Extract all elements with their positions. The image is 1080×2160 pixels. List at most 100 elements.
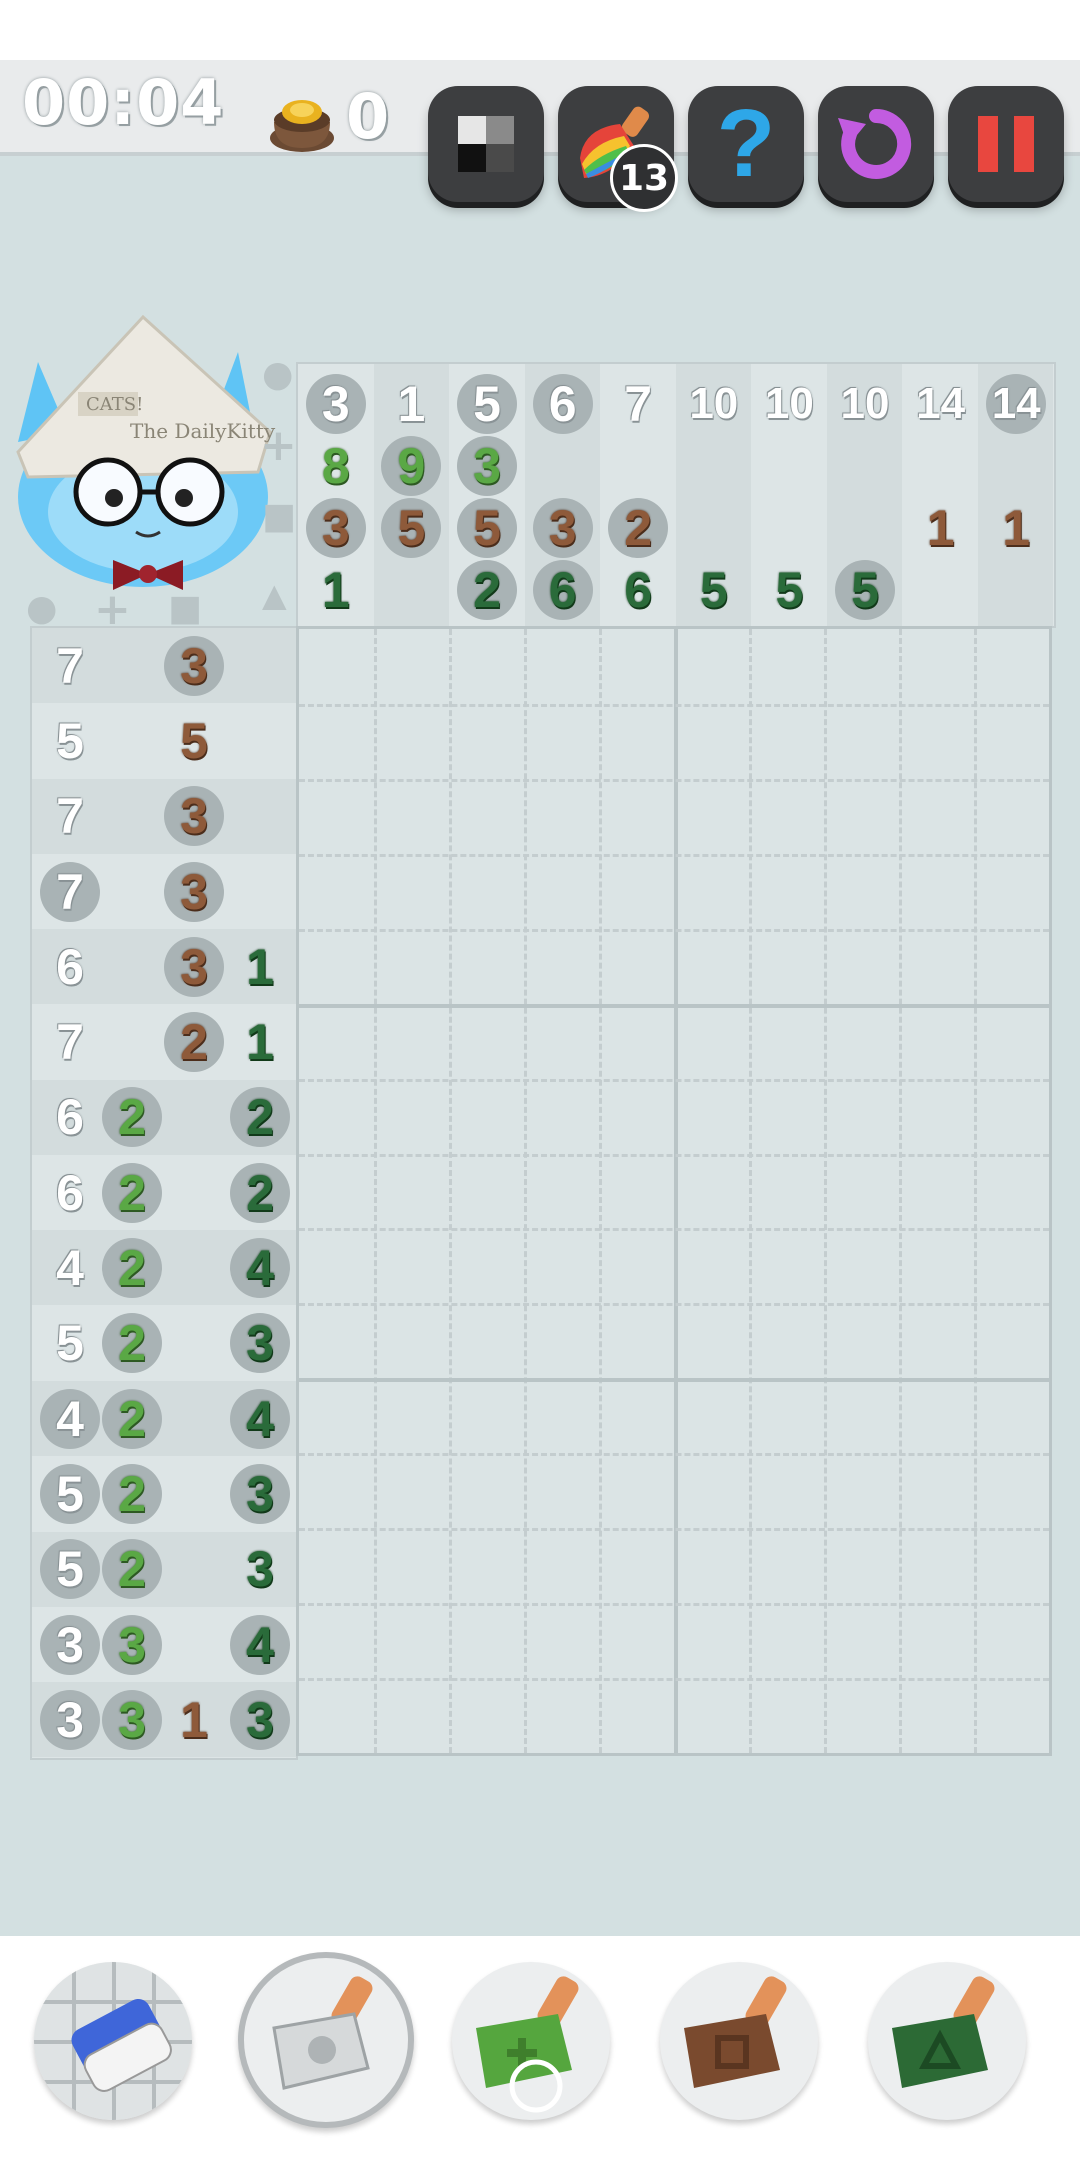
column-clue: 10: [833, 372, 897, 436]
row-clue: 2: [100, 1161, 164, 1225]
puzzle-grid[interactable]: [296, 626, 1052, 1756]
row-clue-value: 3: [118, 1616, 146, 1673]
row-clue: 6: [38, 1085, 102, 1149]
green-plus-brush-icon: [476, 1976, 579, 2113]
row-clue: 3: [162, 784, 226, 848]
row-clue-value: 5: [180, 712, 208, 769]
column-clue-value: 5: [473, 500, 501, 556]
row-clue-value: 2: [118, 1240, 146, 1297]
row-clue: 1: [228, 935, 292, 999]
grid-column-line: [749, 629, 752, 1753]
column-clue: 5: [379, 496, 443, 560]
row-clue-value: 2: [118, 1390, 146, 1447]
grid-row-line: [299, 1228, 1049, 1232]
row-clue: 3: [100, 1613, 164, 1677]
row-clue: 2: [228, 1161, 292, 1225]
row-clue-value: 4: [246, 1240, 274, 1297]
row-clue-value: 1: [246, 938, 274, 995]
row-clue-value: 3: [56, 1616, 84, 1673]
paint-hint-button[interactable]: 13: [558, 86, 678, 212]
column-clue: 1: [379, 372, 443, 436]
column-clue: 3: [304, 496, 368, 560]
row-clue-value: 3: [180, 637, 208, 694]
column-clue: 8: [304, 434, 368, 498]
row-clue: 4: [228, 1236, 292, 1300]
darkgreen-triangle-brush-icon: [892, 1976, 995, 2088]
help-button[interactable]: ?: [688, 86, 804, 202]
grid-column-line: [599, 629, 602, 1753]
column-clue-value: 8: [321, 438, 350, 494]
grid-row-line: [299, 1453, 1049, 1457]
row-clue-value: 4: [246, 1616, 274, 1673]
row-clue-value: 4: [246, 1390, 274, 1447]
grid-row-line: [299, 1003, 1049, 1008]
column-clue: 6: [531, 558, 595, 622]
toggle-view-button[interactable]: [428, 86, 544, 202]
row-clue-value: 7: [56, 1014, 84, 1071]
row-clue: 5: [38, 1311, 102, 1375]
column-clue: 14: [984, 372, 1048, 436]
row-clue: 5: [38, 1537, 102, 1601]
grid-row-line: [299, 928, 1049, 932]
column-clue-value: 5: [397, 500, 426, 556]
row-clue-value: 3: [118, 1691, 146, 1748]
grid-row-line: [299, 1078, 1049, 1082]
hat-text-daily-kitty: The DailyKitty: [130, 419, 276, 443]
white-brush-tool[interactable]: [238, 1952, 414, 2128]
grid-column-line: [449, 629, 452, 1753]
row-clue: 2: [100, 1537, 164, 1601]
row-clue: 5: [162, 709, 226, 773]
row-clue-value: 5: [56, 1315, 84, 1372]
row-clue-value: 2: [118, 1315, 146, 1372]
brown-brush-tool[interactable]: [660, 1962, 818, 2120]
row-clue-value: 1: [246, 1014, 274, 1071]
eraser-tool[interactable]: [34, 1962, 192, 2120]
coin-pot-icon: [270, 100, 334, 152]
row-clue: 2: [100, 1387, 164, 1451]
question-mark-icon: ?: [716, 90, 776, 197]
triangle-key-icon: ▲: [262, 576, 287, 614]
row-clue-value: 7: [56, 788, 84, 845]
grid-column-line: [974, 629, 977, 1753]
row-clue: 4: [228, 1387, 292, 1451]
grid-column-line: [374, 629, 377, 1753]
row-clue: 5: [38, 709, 102, 773]
column-clue: 3: [531, 496, 595, 560]
grid-row-line: [299, 1153, 1049, 1157]
column-clue: 1: [909, 496, 973, 560]
column-clue-value: 6: [548, 376, 577, 432]
grayscale-tiles-icon: [458, 116, 514, 172]
column-clue-value: 5: [473, 376, 501, 432]
row-clue: 3: [38, 1688, 102, 1752]
column-clue: 9: [379, 434, 443, 498]
restart-button[interactable]: [818, 86, 934, 202]
row-clue: 3: [228, 1688, 292, 1752]
darkgreen-brush-tool[interactable]: [868, 1962, 1026, 2120]
pause-button[interactable]: [948, 86, 1064, 202]
row-clue-value: 6: [56, 938, 84, 995]
column-clue-value: 10: [764, 379, 814, 428]
row-clue: 2: [162, 1010, 226, 1074]
row-clue-value: 3: [180, 938, 208, 995]
row-clue: 7: [38, 634, 102, 698]
row-clue: 4: [228, 1613, 292, 1677]
lightgreen-brush-tool[interactable]: [452, 1962, 610, 2120]
grid-row-line: [299, 1603, 1049, 1607]
column-clue-value: 3: [321, 500, 350, 556]
grid-row-line: [299, 1678, 1049, 1682]
row-clue: 7: [38, 784, 102, 848]
row-clue: 3: [228, 1311, 292, 1375]
row-clue-value: 3: [56, 1691, 84, 1748]
row-clue: 2: [100, 1236, 164, 1300]
kitty-mascot: CATS! The DailyKitty: [16, 314, 276, 590]
column-clue-value: 6: [548, 562, 577, 618]
column-clue: 1: [984, 496, 1048, 560]
row-clue: 2: [228, 1085, 292, 1149]
row-clue-value: 2: [118, 1465, 146, 1522]
column-clue-value: 3: [473, 438, 501, 494]
column-clue: 10: [757, 372, 821, 436]
row-clue: 3: [100, 1688, 164, 1752]
grid-row-line: [299, 778, 1049, 782]
row-clue-value: 2: [246, 1089, 274, 1146]
row-clue-value: 4: [56, 1240, 84, 1297]
